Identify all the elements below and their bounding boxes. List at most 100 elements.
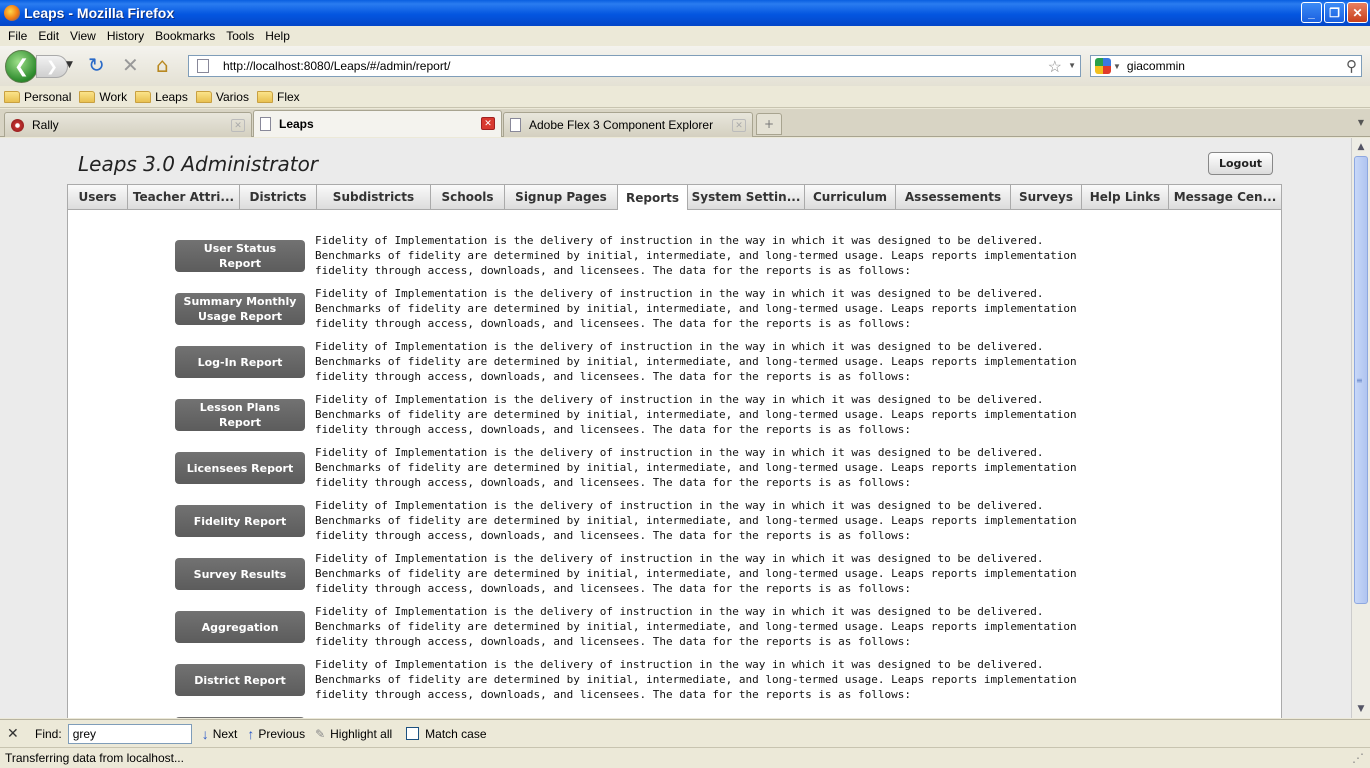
- close-tab-icon[interactable]: ✕: [231, 119, 245, 132]
- tab-districts[interactable]: Districts: [240, 184, 317, 210]
- bookmark-star-icon[interactable]: ☆: [1048, 57, 1062, 77]
- aggregation-button[interactable]: Aggregation: [175, 611, 305, 643]
- match-case-label: Match case: [425, 726, 487, 741]
- bookmark-folder-work[interactable]: Work: [79, 90, 127, 104]
- tab-list-dropdown-icon[interactable]: ▼: [1358, 118, 1364, 127]
- menu-bookmarks[interactable]: Bookmarks: [151, 29, 222, 43]
- district-report-button[interactable]: District Report: [175, 664, 305, 696]
- report-row-partial: [175, 717, 1095, 718]
- page-favicon-icon: [260, 117, 271, 131]
- bookmark-folder-varios[interactable]: Varios: [195, 90, 249, 104]
- lesson-plans-report-button[interactable]: Lesson Plans Report: [175, 399, 305, 431]
- find-input[interactable]: [67, 723, 192, 744]
- tab-curriculum[interactable]: Curriculum: [805, 184, 896, 210]
- search-bar[interactable]: ▼ giacommin ⚲: [1090, 55, 1362, 77]
- log-in-report-button[interactable]: Log-In Report: [175, 346, 305, 378]
- tab-surveys[interactable]: Surveys: [1011, 184, 1082, 210]
- status-bar: Transferring data from localhost... ⋰: [0, 747, 1370, 768]
- licensees-report-button[interactable]: Licensees Report: [175, 452, 305, 484]
- engine-dropdown-icon[interactable]: ▼: [1113, 62, 1121, 71]
- tab-system-settings[interactable]: System Settin...: [688, 184, 805, 210]
- browser-tab-rally[interactable]: Rally ✕: [4, 112, 252, 137]
- arrow-up-icon: ↑: [247, 725, 255, 742]
- report-description: Fidelity of Implementation is the delive…: [315, 287, 1077, 330]
- user-status-report-button[interactable]: User Status Report: [175, 240, 305, 272]
- url-text[interactable]: http://localhost:8080/Leaps/#/admin/repo…: [223, 59, 450, 73]
- scrollbar-grip-icon: ≡: [1356, 376, 1363, 385]
- minimize-button[interactable]: _: [1301, 2, 1322, 23]
- forward-button[interactable]: ❯: [36, 55, 68, 78]
- tab-reports[interactable]: Reports: [618, 184, 688, 211]
- arrow-down-icon: ↓: [201, 725, 209, 742]
- fidelity-report-button[interactable]: Fidelity Report: [175, 505, 305, 537]
- back-button[interactable]: ❮: [5, 50, 38, 83]
- forward-arrow-icon: ❯: [46, 58, 58, 75]
- address-bar[interactable]: http://localhost:8080/Leaps/#/admin/repo…: [188, 55, 1081, 77]
- window-title: Leaps - Mozilla Firefox: [24, 5, 175, 21]
- close-tab-icon[interactable]: ✕: [481, 117, 495, 130]
- scroll-down-icon[interactable]: ▼: [1354, 702, 1368, 716]
- report-description: Fidelity of Implementation is the delive…: [315, 605, 1077, 648]
- tab-users[interactable]: Users: [67, 184, 128, 210]
- tab-subdistricts[interactable]: Subdistricts: [317, 184, 431, 210]
- tab-help-links[interactable]: Help Links: [1082, 184, 1169, 210]
- window-titlebar: Leaps - Mozilla Firefox _ ❐ ✕: [0, 0, 1370, 26]
- tab-signup-pages[interactable]: Signup Pages: [505, 184, 618, 210]
- resize-grip-icon[interactable]: ⋰: [1352, 751, 1364, 765]
- browser-tab-flex-explorer[interactable]: Adobe Flex 3 Component Explorer ✕: [503, 112, 753, 137]
- plus-icon: +: [763, 117, 775, 131]
- tab-schools[interactable]: Schools: [431, 184, 505, 210]
- folder-icon: [135, 90, 152, 103]
- menu-history[interactable]: History: [103, 29, 151, 43]
- new-tab-button[interactable]: +: [756, 113, 782, 135]
- back-arrow-icon: ❮: [13, 56, 30, 77]
- scroll-up-icon[interactable]: ▲: [1354, 140, 1368, 154]
- find-next-button[interactable]: ↓ Next: [202, 726, 238, 742]
- menu-tools[interactable]: Tools: [222, 29, 261, 43]
- bookmark-folder-flex[interactable]: Flex: [256, 90, 300, 104]
- menu-file[interactable]: File: [4, 29, 34, 43]
- tab-message-center[interactable]: Message Cen...: [1169, 184, 1282, 210]
- google-icon[interactable]: [1095, 58, 1111, 74]
- close-window-button[interactable]: ✕: [1347, 2, 1368, 23]
- history-dropdown-icon[interactable]: ▼: [66, 60, 73, 70]
- search-input[interactable]: giacommin: [1127, 59, 1185, 73]
- maximize-button[interactable]: ❐: [1324, 2, 1345, 23]
- tab-teacher-attributes[interactable]: Teacher Attri...: [128, 184, 240, 210]
- highlighter-icon: ✎: [315, 726, 326, 741]
- logout-button[interactable]: Logout: [1208, 152, 1273, 175]
- report-description: Fidelity of Implementation is the delive…: [315, 446, 1077, 489]
- find-bar: ✕ Find: ↓ Next ↑ Previous ✎ Highlight al…: [0, 719, 1370, 747]
- menu-help[interactable]: Help: [261, 29, 297, 43]
- url-dropdown-icon[interactable]: ▼: [1068, 61, 1076, 70]
- menu-edit[interactable]: Edit: [34, 29, 66, 43]
- page-content: Leaps 3.0 Administrator Logout Users Tea…: [0, 138, 1351, 718]
- tab-assessements[interactable]: Assessements: [896, 184, 1011, 210]
- navigation-toolbar: ❮ ❯ ▼ ↻ ✕ ⌂ http://localhost:8080/Leaps/…: [0, 46, 1370, 86]
- rally-favicon-icon: [11, 118, 24, 132]
- reload-icon[interactable]: ↻: [88, 55, 105, 75]
- report-description: Fidelity of Implementation is the delive…: [315, 499, 1077, 542]
- browser-tab-leaps[interactable]: Leaps ✕: [253, 110, 502, 137]
- search-icon[interactable]: ⚲: [1346, 57, 1357, 75]
- bookmark-folder-personal[interactable]: Personal: [4, 90, 71, 104]
- page-icon: [197, 59, 209, 73]
- report-description: Fidelity of Implementation is the delive…: [315, 340, 1077, 383]
- highlight-all-button[interactable]: ✎ Highlight all: [315, 727, 392, 741]
- close-find-bar-icon[interactable]: ✕: [7, 725, 21, 742]
- menu-view[interactable]: View: [66, 29, 103, 43]
- summary-monthly-usage-report-button[interactable]: Summary Monthly Usage Report: [175, 293, 305, 325]
- firefox-icon: [4, 5, 20, 21]
- find-previous-button[interactable]: ↑ Previous: [247, 726, 305, 742]
- close-tab-icon[interactable]: ✕: [732, 119, 746, 132]
- folder-icon: [79, 90, 96, 103]
- bookmarks-toolbar: Personal Work Leaps Varios Flex: [0, 86, 1370, 108]
- stop-icon[interactable]: ✕: [122, 55, 139, 75]
- survey-results-button[interactable]: Survey Results: [175, 558, 305, 590]
- match-case-checkbox[interactable]: [406, 727, 420, 740]
- report-description: Fidelity of Implementation is the delive…: [315, 234, 1077, 277]
- next-report-button-partial[interactable]: [175, 717, 305, 718]
- bookmark-folder-leaps[interactable]: Leaps: [135, 90, 188, 104]
- vertical-scrollbar[interactable]: ▲ ≡ ▼: [1351, 138, 1370, 718]
- home-icon[interactable]: ⌂: [156, 55, 169, 75]
